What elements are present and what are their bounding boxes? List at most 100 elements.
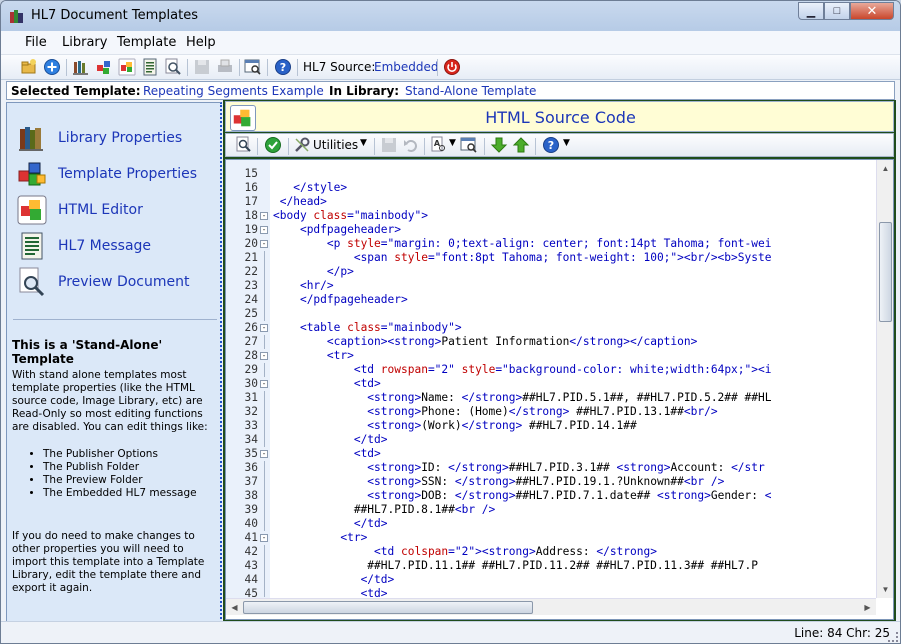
power-icon[interactable] <box>443 58 461 76</box>
hl7-message-icon[interactable] <box>141 58 159 76</box>
wrench-icon[interactable] <box>293 136 311 154</box>
title-bar: HL7 Document Templates ▁ □ ✕ <box>1 1 900 31</box>
fold-toggle-icon[interactable]: - <box>260 352 268 360</box>
code-line[interactable]: 16 </style> <box>226 181 876 195</box>
menu-help[interactable]: Help <box>186 35 216 50</box>
check-icon[interactable] <box>264 136 282 154</box>
save-disabled-icon[interactable] <box>193 58 211 76</box>
preview-icon[interactable] <box>164 58 182 76</box>
code-line[interactable]: 39 ##HL7.PID.8.1##<br /> <box>226 503 876 517</box>
fold-guide <box>264 559 265 573</box>
fold-toggle-icon[interactable]: - <box>260 450 268 458</box>
editable-list: The Publisher Options The Publish Folder… <box>43 448 197 500</box>
close-button[interactable]: ✕ <box>850 2 894 20</box>
code-line[interactable]: 37 <strong>SSN: </strong>##HL7.PID.19.1.… <box>226 475 876 489</box>
line-number: 21 <box>244 251 258 264</box>
vertical-scrollbar[interactable]: ▲ ▼ <box>876 160 893 598</box>
code-line[interactable]: 40 </td> <box>226 517 876 531</box>
code-line[interactable]: 29 <td rowspan="2" style="background-col… <box>226 363 876 377</box>
menu-file[interactable]: File <box>25 35 47 50</box>
code-line[interactable]: 26- <table class="mainbody"> <box>226 321 876 335</box>
sidebar-item-library-properties[interactable]: Library Properties <box>17 123 217 155</box>
help-icon[interactable]: ? <box>274 58 292 76</box>
resize-grip-icon[interactable] <box>888 632 898 642</box>
fold-toggle-icon[interactable]: - <box>260 324 268 332</box>
code-line[interactable]: 33 <strong>(Work)</strong> ##HL7.PID.14.… <box>226 419 876 433</box>
standalone-description: With stand alone templates most template… <box>12 369 208 433</box>
find-replace-icon[interactable]: A <box>430 136 448 154</box>
selected-template-value[interactable]: Repeating Segments Example <box>143 84 324 98</box>
add-icon[interactable] <box>43 58 61 76</box>
code-line[interactable]: 32 <strong>Phone: (Home)</strong> ##HL7.… <box>226 405 876 419</box>
fold-toggle-icon[interactable]: - <box>260 212 268 220</box>
fold-toggle-icon[interactable]: - <box>260 534 268 542</box>
fold-toggle-icon[interactable]: - <box>260 226 268 234</box>
code-line[interactable]: 28- <tr> <box>226 349 876 363</box>
zoom-icon[interactable] <box>235 136 253 154</box>
code-line[interactable]: 19- <pdfpageheader> <box>226 223 876 237</box>
arrow-up-icon[interactable] <box>512 136 530 154</box>
code-line[interactable]: 30- <td> <box>226 377 876 391</box>
code-line[interactable]: 23 <hr/> <box>226 279 876 293</box>
chevron-down-icon[interactable]: ▼ <box>360 138 367 148</box>
code-line[interactable]: 35- <td> <box>226 447 876 461</box>
code-line[interactable]: 25 <box>226 307 876 321</box>
utilities-menu[interactable]: Utilities <box>313 138 358 152</box>
scroll-right-icon[interactable]: ▶ <box>859 599 876 616</box>
code-line[interactable]: 24 </pdfpageheader> <box>226 293 876 307</box>
code-line[interactable]: 38 <strong>DOB: </strong>##HL7.PID.7.1.d… <box>226 489 876 503</box>
code-line[interactable]: 27 <caption><strong>Patient Information<… <box>226 335 876 349</box>
code-line[interactable]: 31 <strong>Name: </strong>##HL7.PID.5.1#… <box>226 391 876 405</box>
code-line[interactable]: 22 </p> <box>226 265 876 279</box>
main-window: HL7 Document Templates ▁ □ ✕ File Librar… <box>0 0 901 644</box>
scroll-left-icon[interactable]: ◀ <box>226 599 243 616</box>
sidebar-item-template-properties[interactable]: Template Properties <box>17 159 217 191</box>
code-line[interactable]: 17 </head> <box>226 195 876 209</box>
help-icon[interactable]: ? <box>542 136 560 154</box>
code-line[interactable]: 34 </td> <box>226 433 876 447</box>
sidebar-item-hl7-message[interactable]: HL7 Message <box>17 231 217 263</box>
list-item: The Preview Folder <box>43 474 197 487</box>
html-editor-icon[interactable] <box>118 58 136 76</box>
scroll-down-icon[interactable]: ▼ <box>877 581 894 598</box>
menu-template[interactable]: Template <box>117 35 176 50</box>
code-editor[interactable]: 15 16 </style> 17 </head> 18- <body class="m… <box>225 159 894 620</box>
vertical-scroll-thumb[interactable] <box>879 222 892 322</box>
print-disabled-icon[interactable] <box>216 58 234 76</box>
horizontal-scrollbar[interactable]: ◀ ▶ <box>226 598 876 615</box>
maximize-button[interactable]: □ <box>824 2 850 20</box>
code-line[interactable]: 15 <box>226 167 876 181</box>
minimize-button[interactable]: ▁ <box>798 2 824 20</box>
undo-icon[interactable] <box>402 136 420 154</box>
new-folder-icon[interactable] <box>20 58 38 76</box>
horizontal-scroll-thumb[interactable] <box>243 601 533 614</box>
code-line[interactable]: 41- <tr> <box>226 531 876 545</box>
fold-guide <box>264 489 265 503</box>
find-window-icon[interactable] <box>460 136 478 154</box>
code-area[interactable]: 15 16 </style> 17 </head> 18- <body class="m… <box>226 167 876 597</box>
scroll-up-icon[interactable]: ▲ <box>877 160 894 177</box>
code-line[interactable]: 21 <span style="font:8pt Tahoma; font-we… <box>226 251 876 265</box>
sidebar-divider <box>13 319 217 320</box>
fold-toggle-icon[interactable]: - <box>260 380 268 388</box>
library-icon[interactable] <box>72 58 90 76</box>
code-line[interactable]: 20- <p style="margin: 0;text-align: cent… <box>226 237 876 251</box>
sidebar-item-preview-document[interactable]: Preview Document <box>17 267 217 299</box>
code-line[interactable]: 36 <strong>ID: </strong>##HL7.PID.3.1## … <box>226 461 876 475</box>
code-line[interactable]: 44 </td> <box>226 573 876 587</box>
code-line[interactable]: 18- <body class="mainbody"> <box>226 209 876 223</box>
save-disabled-icon[interactable] <box>380 136 398 154</box>
code-line[interactable]: 42 <td colspan="2"><strong>Address: </st… <box>226 545 876 559</box>
code-line[interactable]: 43 ##HL7.PID.11.1## ##HL7.PID.11.2## ##H… <box>226 559 876 573</box>
hl7-source-value[interactable]: Embedded <box>374 60 439 74</box>
sidebar-item-html-editor[interactable]: HTML Editor <box>17 195 217 227</box>
fold-toggle-icon[interactable]: - <box>260 240 268 248</box>
code-line[interactable]: 45 <td> <box>226 587 876 597</box>
chevron-down-icon[interactable]: ▼ <box>563 138 570 148</box>
arrow-down-icon[interactable] <box>490 136 508 154</box>
template-icon[interactable] <box>95 58 113 76</box>
find-window-icon[interactable] <box>244 58 262 76</box>
in-library-value[interactable]: Stand-Alone Template <box>405 84 536 98</box>
menu-library[interactable]: Library <box>62 35 107 50</box>
chevron-down-icon[interactable]: ▼ <box>449 138 456 148</box>
